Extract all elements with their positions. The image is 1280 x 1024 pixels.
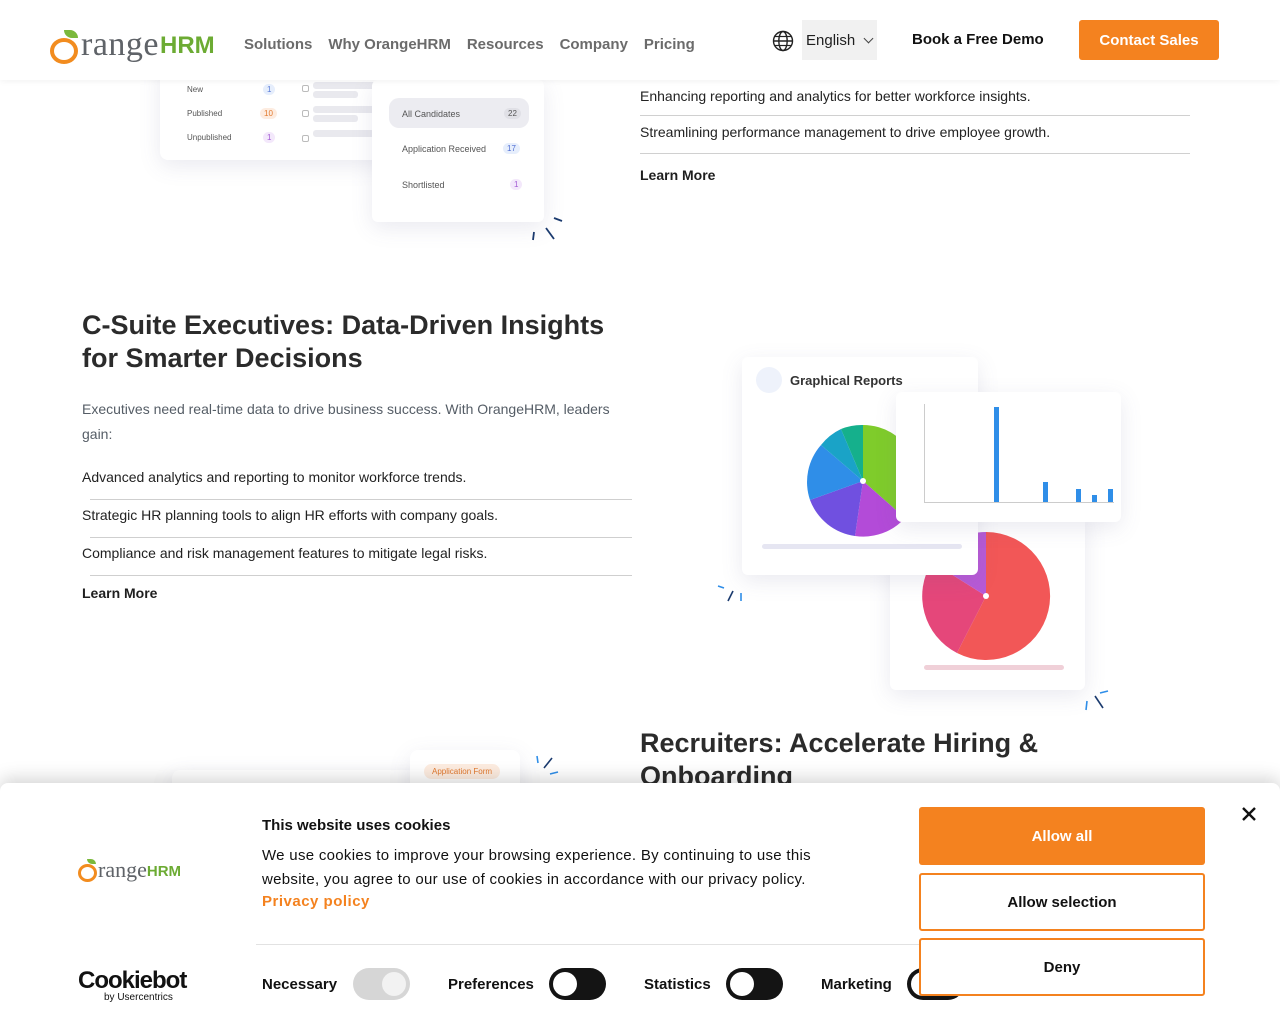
top-benefits-list: Enhancing reporting and analytics for be…	[640, 80, 1190, 154]
logo-hrm-text: HRM	[146, 863, 182, 880]
chart-axis	[924, 502, 1114, 503]
sparkle-decoration-icon	[717, 585, 742, 602]
statistics-label: Statistics	[644, 976, 711, 993]
report-icon	[756, 367, 782, 393]
csuite-lead: Executives need real-time data to drive …	[82, 401, 610, 442]
recruiters-heading-line1: Recruiters: Accelerate Hiring &	[640, 728, 1039, 758]
filter-count: 17	[503, 143, 520, 154]
placeholder-bar	[313, 115, 358, 122]
row-checkbox	[302, 110, 309, 117]
learn-more-link[interactable]: Learn More	[640, 167, 715, 183]
chart-bar	[1043, 482, 1048, 502]
preferences-label: Preferences	[448, 976, 534, 993]
report-title: Graphical Reports	[790, 373, 903, 388]
orangehrm-logo[interactable]: range HRM	[50, 18, 215, 64]
cookie-title: This website uses cookies	[262, 817, 451, 834]
privacy-policy-link[interactable]: Privacy policy	[262, 893, 370, 910]
learn-more-link[interactable]: Learn More	[82, 585, 157, 601]
contact-sales-button[interactable]: Contact Sales	[1079, 20, 1219, 60]
bar-report-card	[896, 392, 1121, 522]
chart-legend	[762, 544, 962, 549]
row-label: New	[187, 85, 204, 94]
row-count: 1	[263, 132, 276, 143]
logo-text: range	[98, 857, 147, 882]
preferences-toggle[interactable]	[549, 968, 606, 1000]
necessary-toggle	[353, 968, 410, 1000]
filter-count: 22	[504, 108, 521, 119]
deny-button[interactable]: Deny	[919, 938, 1205, 996]
benefit-item: Strategic HR planning tools to align HR …	[82, 500, 632, 538]
csuite-heading-line2: for Smarter Decisions	[82, 343, 363, 373]
orange-icon	[78, 859, 98, 882]
chart-axis	[924, 404, 925, 502]
divider	[256, 944, 920, 945]
row-label: Published	[187, 109, 223, 118]
marketing-label: Marketing	[821, 976, 892, 993]
application-form-tag: Application Form	[424, 764, 501, 779]
chart-bar	[1076, 489, 1081, 502]
row-checkbox	[302, 135, 309, 142]
menu-why-orangehrm[interactable]: Why OrangeHRM	[328, 36, 451, 53]
candidate-filter-card: All Candidates 22 Application Received 1…	[372, 80, 544, 222]
top-navigation: range HRM Solutions Why OrangeHRM Resour…	[0, 0, 1280, 80]
statistics-toggle[interactable]	[726, 968, 783, 1000]
menu-pricing[interactable]: Pricing	[644, 36, 695, 53]
sparkle-decoration-icon	[1085, 690, 1109, 711]
chart-bar	[1108, 489, 1113, 502]
csuite-heading: C-Suite Executives: Data-Driven Insights…	[82, 309, 652, 375]
filter-label: Shortlisted	[402, 180, 445, 190]
cookie-description: We use cookies to improve your browsing …	[262, 847, 811, 888]
row-count: 10	[260, 108, 277, 119]
filter-count: 1	[510, 179, 523, 190]
logo-text: range	[81, 26, 160, 63]
chevron-down-icon	[863, 33, 874, 43]
allow-all-button[interactable]: Allow all	[919, 807, 1205, 865]
logo-hrm-text: HRM	[160, 32, 215, 59]
language-value: English	[806, 31, 856, 49]
menu-company[interactable]: Company	[560, 36, 628, 53]
filter-label: Application Received	[402, 144, 487, 154]
benefit-item: Compliance and risk management features …	[82, 538, 632, 576]
menu-resources[interactable]: Resources	[467, 36, 544, 53]
language-select[interactable]: English	[802, 20, 877, 60]
row-label: Unpublished	[187, 133, 232, 142]
chart-bar	[994, 407, 999, 502]
allow-selection-button[interactable]: Allow selection	[919, 873, 1205, 931]
orange-icon	[50, 30, 80, 64]
benefit-item: Advanced analytics and reporting to moni…	[82, 462, 632, 500]
row-count: 1	[263, 84, 276, 95]
benefit-item: Enhancing reporting and analytics for be…	[640, 80, 1190, 116]
globe-icon	[772, 30, 794, 52]
filter-label: All Candidates	[402, 109, 461, 119]
row-checkbox	[302, 85, 309, 92]
csuite-benefits-list: Advanced analytics and reporting to moni…	[82, 462, 632, 576]
sparkle-decoration-icon	[532, 217, 563, 241]
placeholder-bar	[313, 91, 358, 98]
chart-bar	[1092, 495, 1097, 502]
book-demo-link[interactable]: Book a Free Demo	[912, 31, 1044, 48]
cookie-consent-banner: range HRM Cookiebot by Usercentrics This…	[0, 783, 1280, 1024]
csuite-heading-line1: C-Suite Executives: Data-Driven Insights	[82, 310, 605, 340]
chart-legend	[924, 665, 1064, 670]
sparkle-decoration-icon	[536, 755, 559, 775]
cookiebot-brand: Cookiebot	[78, 967, 187, 994]
orangehrm-logo: range HRM	[78, 857, 182, 882]
main-menu: Solutions Why OrangeHRM Resources Compan…	[244, 36, 695, 53]
menu-solutions[interactable]: Solutions	[244, 36, 312, 53]
close-icon[interactable]	[1240, 805, 1258, 823]
benefit-item: Streamlining performance management to d…	[640, 116, 1190, 154]
necessary-label: Necessary	[262, 976, 338, 993]
cookiebot-logo[interactable]: Cookiebot by Usercentrics	[78, 967, 187, 1004]
